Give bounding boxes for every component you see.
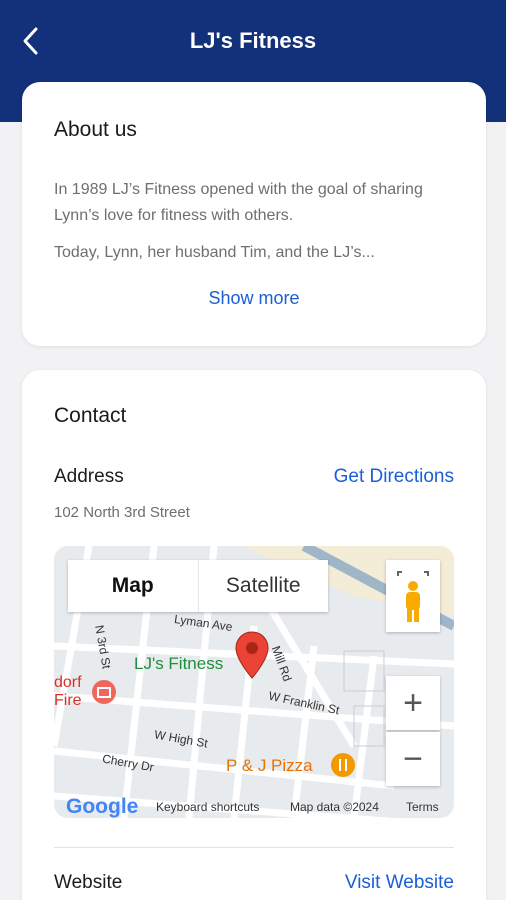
fire-station-icon bbox=[92, 680, 116, 704]
map-type-control: Map Satellite bbox=[68, 560, 328, 612]
pegman-icon bbox=[397, 571, 429, 622]
google-logo: Google bbox=[66, 795, 139, 818]
map-footer: Google Keyboard shortcuts Map data ©2024… bbox=[54, 794, 454, 818]
poi-pizza-label: P & J Pizza bbox=[226, 756, 313, 775]
poi-pizza[interactable]: P & J Pizza bbox=[226, 756, 313, 776]
about-card: About us In 1989 LJ’s Fitness opened wit… bbox=[22, 82, 486, 346]
terms-link[interactable]: Terms bbox=[406, 800, 439, 814]
zoom-in-button[interactable]: + bbox=[386, 676, 440, 730]
poi-fire-label-2: Fire bbox=[54, 692, 82, 709]
contact-card: Contact Address Get Directions 102 North… bbox=[22, 370, 486, 900]
address-value: 102 North 3rd Street bbox=[54, 504, 190, 521]
map-type-satellite-button[interactable]: Satellite bbox=[199, 560, 329, 612]
address-label: Address bbox=[54, 466, 124, 487]
map-pin-icon[interactable] bbox=[234, 630, 270, 682]
map-data-text: Map data ©2024 bbox=[290, 800, 379, 814]
zoom-out-button[interactable]: − bbox=[386, 732, 440, 786]
show-more-link[interactable]: Show more bbox=[22, 288, 486, 309]
poi-gym[interactable]: LJ's Fitness bbox=[134, 654, 223, 674]
poi-fire[interactable]: dorf Fire bbox=[54, 674, 82, 710]
map-type-map-button[interactable]: Map bbox=[68, 560, 199, 612]
about-paragraph-1: In 1989 LJ’s Fitness opened with the goa… bbox=[54, 181, 423, 224]
get-directions-link[interactable]: Get Directions bbox=[334, 466, 454, 488]
page-title: LJ's Fitness bbox=[189, 28, 317, 53]
visit-website-link[interactable]: Visit Website bbox=[345, 872, 454, 894]
about-paragraph-2: Today, Lynn, her husband Tim, and the LJ… bbox=[54, 244, 375, 261]
keyboard-shortcuts-link[interactable]: Keyboard shortcuts bbox=[156, 800, 259, 814]
poi-gym-label: LJ's Fitness bbox=[134, 654, 224, 673]
restaurant-icon bbox=[331, 753, 355, 777]
map-view[interactable]: N 3rd St Lyman Ave Mill Rd W Franklin St… bbox=[54, 546, 454, 818]
street-view-button[interactable] bbox=[386, 560, 440, 632]
contact-heading: Contact bbox=[54, 404, 127, 427]
poi-fire-label-1: dorf bbox=[54, 674, 82, 691]
about-heading: About us bbox=[54, 118, 137, 141]
divider bbox=[54, 847, 454, 848]
website-label: Website bbox=[54, 872, 123, 893]
